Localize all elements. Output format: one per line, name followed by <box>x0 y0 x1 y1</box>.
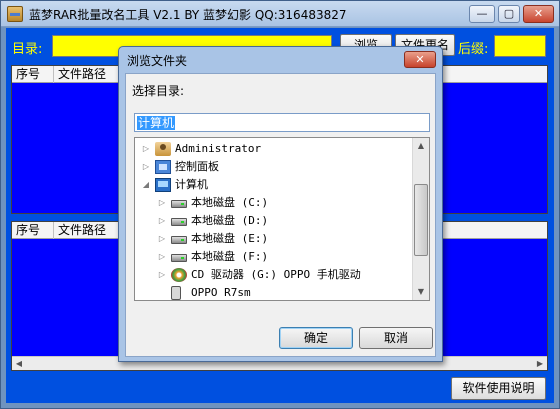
dialog-close-button[interactable]: ✕ <box>404 51 436 68</box>
user-folder-icon <box>155 142 171 156</box>
expand-toggle-icon[interactable]: ▷ <box>157 230 167 248</box>
tree-item[interactable]: OPPO R7sm <box>135 284 412 300</box>
hard-disk-icon <box>171 254 187 262</box>
hard-disk-icon <box>171 218 187 226</box>
title-bar[interactable]: 蓝梦RAR批量改名工具 V2.1 BY 蓝梦幻影 QQ:316483827 — … <box>1 1 559 27</box>
tree-item-label: 本地磁盘 (F:) <box>191 250 269 263</box>
tree-vertical-scrollbar[interactable]: ▲ ▼ <box>412 138 429 300</box>
cd-drive-icon <box>171 268 187 282</box>
suffix-label: 后缀: <box>458 42 489 57</box>
window-title: 蓝梦RAR批量改名工具 V2.1 BY 蓝梦幻影 QQ:316483827 <box>29 8 347 22</box>
column-index[interactable]: 序号 <box>12 222 54 239</box>
suffix-input[interactable] <box>494 35 546 57</box>
dialog-prompt: 选择目录: <box>132 84 185 98</box>
scroll-down-icon[interactable]: ▼ <box>413 284 429 300</box>
minimize-button[interactable]: — <box>469 5 495 23</box>
folder-tree[interactable]: ▲ ▼ ▷ Administrator ▷ 控制面板 ◢ 计算机 ▷ 本地磁盘 (C:) ▷ 本地… <box>134 137 430 301</box>
tree-item[interactable]: ▷ 本地磁盘 (D:) <box>135 212 412 230</box>
cancel-button[interactable]: 取消 <box>359 327 433 349</box>
selected-path-text: 计算机 <box>137 116 176 130</box>
selected-path-field[interactable]: 计算机 <box>134 113 430 132</box>
browse-folder-dialog: 浏览文件夹 ✕ 选择目录: 计算机 ▲ ▼ ▷ Administrator ▷ 控制面… <box>118 46 443 362</box>
computer-icon <box>155 178 171 192</box>
ok-button[interactable]: 确定 <box>279 327 353 349</box>
tree-item[interactable]: ▷ CD 驱动器 (G:) OPPO 手机驱动 <box>135 266 412 284</box>
column-path[interactable]: 文件路径 <box>54 222 124 239</box>
tree-item-label: 本地磁盘 (E:) <box>191 232 269 245</box>
tree-item-label: 本地磁盘 (C:) <box>191 196 269 209</box>
tree-item-label: Administrator <box>175 142 262 155</box>
dialog-body: 选择目录: 计算机 ▲ ▼ ▷ Administrator ▷ 控制面板 ◢ 计算机 ▷ 本地… <box>125 73 436 357</box>
tree-item[interactable]: ▷ 控制面板 <box>135 158 412 176</box>
tree-item-label: OPPO R7sm <box>191 286 251 299</box>
expand-toggle-icon[interactable]: ▷ <box>157 212 167 230</box>
column-path[interactable]: 文件路径 <box>54 66 124 83</box>
expand-toggle-icon[interactable]: ▷ <box>141 140 151 158</box>
dialog-title: 浏览文件夹 <box>127 54 188 68</box>
tree-item-label: 本地磁盘 (D:) <box>191 214 269 227</box>
expand-toggle-icon[interactable]: ▷ <box>157 248 167 266</box>
tree-item[interactable]: ▷ Administrator <box>135 140 412 158</box>
tree-item[interactable]: ◢ 计算机 <box>135 176 412 194</box>
dir-label: 目录: <box>12 42 43 57</box>
expand-toggle-icon[interactable]: ◢ <box>141 176 151 194</box>
scroll-right-icon[interactable]: ▶ <box>533 357 547 370</box>
expand-toggle-icon[interactable]: ▷ <box>157 194 167 212</box>
column-index[interactable]: 序号 <box>12 66 54 83</box>
scroll-thumb[interactable] <box>414 184 428 256</box>
hard-disk-icon <box>171 200 187 208</box>
expand-toggle-icon[interactable]: ▷ <box>157 266 167 284</box>
hard-disk-icon <box>171 236 187 244</box>
tree-item-label: CD 驱动器 (G:) OPPO 手机驱动 <box>191 268 361 281</box>
tree-item[interactable]: ▷ 本地磁盘 (C:) <box>135 194 412 212</box>
control-panel-icon <box>155 160 171 174</box>
expand-toggle-icon[interactable]: ▷ <box>141 158 151 176</box>
scroll-up-icon[interactable]: ▲ <box>413 138 429 154</box>
dialog-title-bar[interactable]: 浏览文件夹 ✕ <box>119 47 442 72</box>
close-button[interactable]: ✕ <box>523 5 554 23</box>
help-button[interactable]: 软件使用说明 <box>451 377 546 400</box>
phone-icon <box>171 286 181 300</box>
app-icon <box>7 6 23 22</box>
tree-item[interactable]: ▷ 本地磁盘 (F:) <box>135 248 412 266</box>
tree-item-label: 控制面板 <box>175 160 219 173</box>
maximize-button[interactable]: ▢ <box>498 5 520 23</box>
tree-item-label: 计算机 <box>175 178 208 191</box>
scroll-left-icon[interactable]: ◀ <box>12 357 26 370</box>
tree-item[interactable]: ▷ 本地磁盘 (E:) <box>135 230 412 248</box>
